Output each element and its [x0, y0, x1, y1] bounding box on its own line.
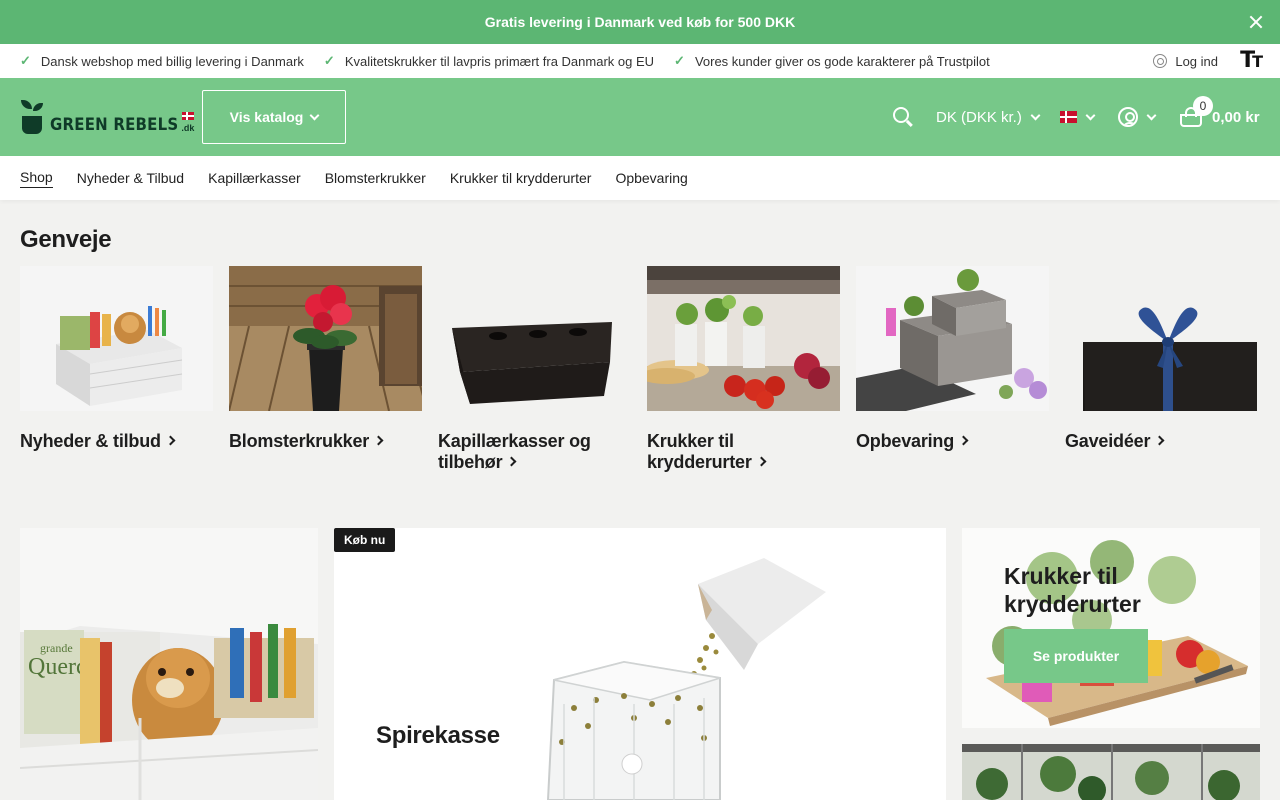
text-size-icon[interactable]: TT — [1240, 49, 1263, 74]
close-icon[interactable] — [1246, 12, 1266, 32]
chevron-down-icon — [1030, 110, 1041, 120]
chevron-down-icon — [1146, 110, 1157, 120]
usp-item: ✓ Kvalitetskrukker til lavpris primært fr… — [323, 53, 655, 69]
currency-selector[interactable]: DK (DKK kr.) — [936, 78, 1041, 156]
account-menu[interactable] — [1118, 78, 1157, 156]
shortcut-image — [856, 266, 1049, 411]
chevron-right-icon — [1154, 435, 1165, 446]
plants-image — [962, 744, 1260, 800]
shortcut-image — [1065, 266, 1258, 411]
shortcut-image — [647, 266, 840, 411]
nav-item-flowerpots[interactable]: Blomsterkrukker — [325, 170, 426, 186]
announcement-text: Gratis levering i Danmark ved køb for 50… — [484, 14, 796, 30]
cart-count-badge: 0 — [1193, 96, 1213, 116]
see-products-button[interactable]: Se produkter — [1004, 629, 1148, 683]
usp-item: ✓ Dansk webshop med billig levering i Dan… — [20, 53, 304, 69]
usp-bar: ✓ Dansk webshop med billig levering i Dan… — [0, 44, 1280, 78]
shortcut-image — [438, 266, 631, 411]
chevron-right-icon — [958, 435, 969, 446]
promo-title: Spirekasse — [376, 722, 500, 749]
danish-flag-icon — [1060, 111, 1077, 123]
login-link[interactable]: Log ind — [1153, 44, 1218, 78]
shortcut-card[interactable]: Opbevaring — [856, 266, 1049, 473]
shortcut-label: Opbevaring — [856, 431, 1049, 452]
section-title: Genveje — [20, 226, 112, 253]
login-label: Log ind — [1175, 53, 1218, 69]
search-icon[interactable] — [893, 107, 913, 127]
promo-card-image[interactable]: grande Quercia — [20, 528, 318, 800]
nav-item-herb-pots[interactable]: Krukker til krydderurter — [450, 170, 592, 186]
chevron-right-icon — [165, 435, 176, 446]
nav-item-news[interactable]: Nyheder & Tilbud — [77, 170, 184, 186]
shortcut-image — [20, 266, 213, 411]
shortcut-card[interactable]: Kapillærkasser og tilbehør — [438, 266, 631, 473]
sprouting-box-image — [546, 558, 826, 800]
promo-card-herbs[interactable]: Krukker til krydderurter Se produkter — [962, 528, 1260, 728]
shortcut-card[interactable]: Blomsterkrukker — [229, 266, 422, 473]
site-header: GREEN REBELS .dk Vis katalog DK (DKK kr.… — [0, 78, 1280, 156]
chevron-down-icon — [1085, 110, 1096, 120]
nav-item-shop[interactable]: Shop — [20, 169, 53, 188]
chevron-right-icon — [373, 435, 384, 446]
catalog-button[interactable]: Vis katalog — [202, 90, 346, 144]
shortcut-label: Kapillærkasser og tilbehør — [438, 431, 591, 472]
shortcut-grid: Nyheder & tilbud Blomsterkrukker Kapillæ… — [20, 266, 1260, 473]
cart-button[interactable]: 0 0,00 kr — [1178, 78, 1260, 156]
user-icon — [1118, 107, 1138, 127]
shortcut-label: Blomsterkrukker — [229, 431, 422, 452]
cart-total: 0,00 kr — [1212, 108, 1260, 126]
check-icon: ✓ — [674, 53, 685, 68]
currency-label: DK (DKK kr.) — [936, 108, 1022, 126]
logo[interactable]: GREEN REBELS .dk — [20, 98, 195, 135]
herb-pots-image — [962, 528, 1260, 728]
shortcut-card[interactable]: Gaveidéer — [1065, 266, 1258, 473]
shortcut-image — [229, 266, 422, 411]
main-nav: Shop Nyheder & Tilbud Kapillærkasser Blo… — [0, 156, 1280, 200]
chevron-right-icon — [506, 456, 517, 467]
announcement-bar: Gratis levering i Danmark ved køb for 50… — [0, 0, 1280, 44]
shortcut-label: Krukker til krydderurter — [647, 431, 840, 473]
check-icon: ✓ — [20, 53, 31, 68]
promo-card-main[interactable]: Køb nu Spirekasse — [334, 528, 946, 800]
promo-title: Krukker til krydderurter — [1004, 563, 1141, 617]
usp-item: ✓ Vores kunder giver os gode karakterer p… — [674, 53, 990, 69]
shortcut-label: Gaveidéer — [1065, 431, 1258, 452]
logo-plant-icon — [20, 98, 44, 134]
logo-suffix: .dk — [181, 123, 195, 133]
nav-item-storage[interactable]: Opbevaring — [615, 170, 687, 186]
svg-text:grande: grande — [40, 641, 73, 655]
logo-flag-icon — [182, 112, 195, 120]
chevron-right-icon — [756, 456, 767, 467]
shortcut-card[interactable]: Krukker til krydderurter — [647, 266, 840, 473]
check-icon: ✓ — [323, 53, 335, 68]
shortcut-card[interactable]: Nyheder & tilbud — [20, 266, 213, 473]
chevron-down-icon — [309, 110, 320, 120]
shortcut-label: Nyheder & tilbud — [20, 431, 213, 452]
language-selector[interactable] — [1060, 78, 1096, 156]
nav-item-capillary[interactable]: Kapillærkasser — [208, 170, 301, 186]
promo-card-plants[interactable] — [962, 744, 1260, 800]
settings-icon — [1153, 54, 1168, 68]
logo-text: GREEN REBELS — [50, 113, 179, 135]
